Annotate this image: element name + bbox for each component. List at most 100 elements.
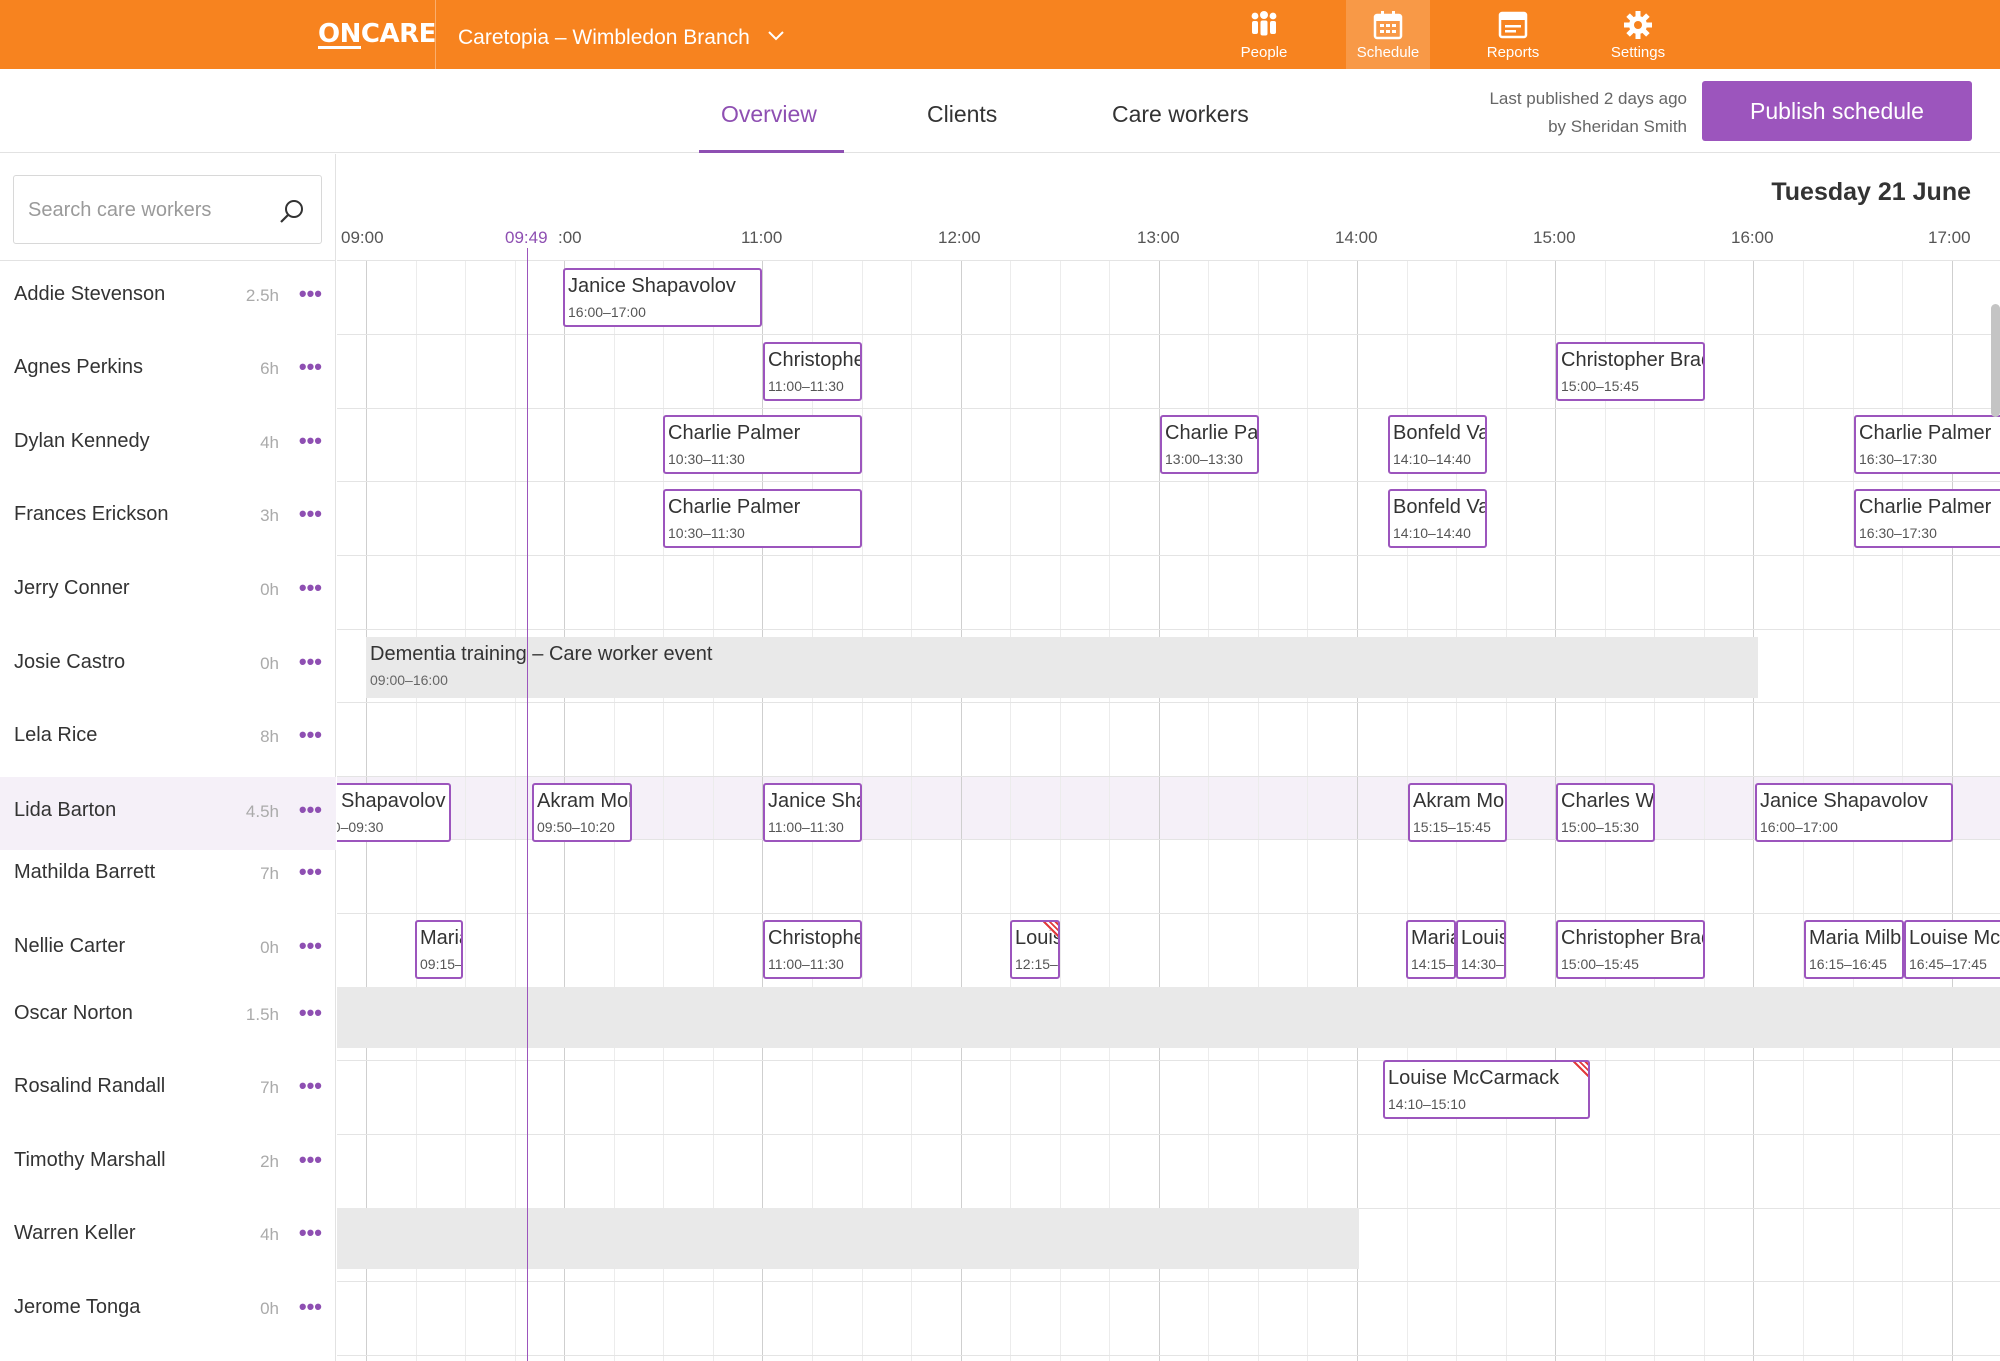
care-worker-row[interactable]: Nellie Carter 0h ••• — [0, 913, 336, 986]
care-worker-row[interactable]: Timothy Marshall 2h ••• — [0, 1127, 336, 1200]
appointment-card[interactable]: Charlie Palmer 10:30–11:30 — [663, 489, 862, 548]
more-options-icon[interactable]: ••• — [299, 859, 322, 885]
care-worker-row[interactable]: Josie Castro 0h ••• — [0, 629, 336, 702]
more-options-icon[interactable]: ••• — [299, 1000, 322, 1026]
more-options-icon[interactable]: ••• — [299, 575, 322, 601]
event-time: 09:00–16:00 — [370, 672, 448, 688]
care-worker-row[interactable]: Jerry Conner 0h ••• — [0, 555, 336, 628]
more-options-icon[interactable]: ••• — [299, 1220, 322, 1246]
grid-line — [515, 260, 516, 1361]
appointment-card[interactable]: Christopher Brady 15:00–15:45 — [1556, 920, 1705, 979]
appointment-card[interactable]: Louise McCarmack 16:45–17:45 — [1904, 920, 2000, 979]
oncare-logo[interactable]: ONCARE — [318, 19, 436, 49]
appointment-time: 16:00–17:00 — [568, 304, 646, 320]
appointment-card[interactable]: Maria Milburn 16:15–16:45 — [1804, 920, 1904, 979]
search-box[interactable] — [13, 175, 322, 244]
active-tab-indicator — [699, 150, 844, 153]
more-options-icon[interactable]: ••• — [299, 1294, 322, 1320]
grid-line — [337, 334, 2000, 335]
care-worker-row[interactable]: Dylan Kennedy 4h ••• — [0, 408, 336, 481]
appointment-card[interactable]: Maria Milburn 09:15–09:45 — [415, 920, 463, 979]
vertical-scrollbar[interactable] — [1991, 304, 2000, 417]
gear-icon — [1624, 11, 1652, 39]
appointment-card[interactable]: Bonfeld Vaughan 14:10–14:40 — [1388, 489, 1487, 548]
appointment-card[interactable]: Shapavolov 30–09:30 — [337, 783, 451, 842]
more-options-icon[interactable]: ••• — [299, 722, 322, 748]
care-worker-row[interactable]: Rosalind Randall 7h ••• — [0, 1053, 336, 1126]
appointment-card[interactable]: Christopher Brady 11:00–11:30 — [763, 342, 862, 401]
more-options-icon[interactable]: ••• — [299, 281, 322, 307]
tab-care-workers[interactable]: Care workers — [1112, 101, 1249, 128]
care-worker-row[interactable]: Oscar Norton 1.5h ••• — [0, 980, 336, 1053]
publish-schedule-button[interactable]: Publish schedule — [1702, 81, 1972, 141]
worker-name: Oscar Norton — [14, 1002, 133, 1024]
grid-line — [465, 260, 466, 1361]
appointment-card[interactable]: Akram Mohammed 15:15–15:45 — [1408, 783, 1507, 842]
appointment-card[interactable]: Charlie Palmer 10:30–11:30 — [663, 415, 862, 474]
more-options-icon[interactable]: ••• — [299, 797, 322, 823]
appointment-card[interactable]: Louise McCarmack 14:30–15:00 — [1456, 920, 1506, 979]
nav-schedule[interactable]: Schedule — [1346, 0, 1430, 69]
worker-hours: 1.5h — [245, 1005, 279, 1024]
appointment-client: Bonfeld Vaughan — [1393, 496, 1485, 518]
more-options-icon[interactable]: ••• — [299, 354, 322, 380]
appointment-time: 11:00–11:30 — [768, 819, 844, 835]
grid-line — [1357, 260, 1358, 1361]
nav-people-label: People — [1240, 44, 1288, 61]
appointment-card[interactable]: Louise McCarmack 12:15–12:45 — [1010, 920, 1060, 979]
care-worker-row[interactable]: Frances Erickson 3h ••• — [0, 481, 336, 554]
care-worker-event[interactable]: Dementia training – Care worker event 09… — [366, 637, 1758, 698]
appointment-card[interactable]: Maria Milburn 14:15–14:45 — [1406, 920, 1456, 979]
appointment-card[interactable]: Charlie Palmer 16:30–17:30 — [1854, 489, 2000, 548]
grid-line — [337, 481, 2000, 482]
more-options-icon[interactable]: ••• — [299, 649, 322, 675]
more-options-icon[interactable]: ••• — [299, 1073, 322, 1099]
more-options-icon[interactable]: ••• — [299, 428, 322, 454]
nav-reports[interactable]: Reports — [1471, 0, 1555, 69]
appointment-card[interactable]: Janice Shapavolov 16:00–17:00 — [1755, 783, 1953, 842]
appointment-card[interactable]: Charlie Palmer 13:00–13:30 — [1160, 415, 1259, 474]
care-worker-row[interactable]: Mathilda Barrett 7h ••• — [0, 839, 336, 912]
worker-name: Timothy Marshall — [14, 1149, 166, 1171]
care-worker-row[interactable]: Lela Rice 8h ••• — [0, 702, 336, 775]
care-worker-row[interactable]: Agnes Perkins 6h ••• — [0, 334, 336, 407]
tab-clients[interactable]: Clients — [927, 101, 997, 128]
top-navigation-bar: ONCARE Caretopia – Wimbledon Branch Peop… — [0, 0, 2000, 69]
grid-line — [337, 1355, 2000, 1356]
tab-overview[interactable]: Overview — [721, 101, 817, 128]
worker-hours: 3h — [260, 506, 279, 525]
appointment-card[interactable]: Janice Shapavolov 16:00–17:00 — [563, 268, 762, 327]
appointment-time: 30–09:30 — [337, 819, 384, 835]
more-options-icon[interactable]: ••• — [299, 933, 322, 959]
worker-hours: 4.5h — [245, 802, 279, 821]
nav-people[interactable]: People — [1222, 0, 1306, 69]
appointment-card[interactable]: Janice Shapavolov 11:00–11:30 — [763, 783, 862, 842]
care-worker-row[interactable]: Warren Keller 4h ••• — [0, 1200, 336, 1273]
search-input[interactable] — [28, 194, 268, 226]
hour-label: 14:00 — [1335, 228, 1378, 247]
nav-settings[interactable]: Settings — [1596, 0, 1680, 69]
appointment-card[interactable]: Christopher Brady 15:00–15:45 — [1556, 342, 1705, 401]
appointment-card[interactable]: Charles Wade 15:00–15:30 — [1556, 783, 1655, 842]
appointment-client: Bonfeld Vaughan — [1393, 422, 1485, 444]
more-options-icon[interactable]: ••• — [299, 501, 322, 527]
last-published-text: Last published 2 days ago — [1489, 89, 1687, 108]
appointment-card[interactable]: Charlie Palmer 16:30–17:30 — [1854, 415, 2000, 474]
care-worker-row[interactable]: Addie Stevenson 2.5h ••• — [0, 261, 336, 334]
last-published-info: Last published 2 days ago by Sheridan Sm… — [1489, 85, 1687, 141]
appointment-time: 16:30–17:30 — [1859, 451, 1937, 467]
worker-name: Lida Barton — [14, 799, 117, 821]
worker-hours: 2h — [260, 1152, 279, 1171]
appointment-client: Janice Shapavolov — [568, 275, 736, 297]
search-icon[interactable] — [279, 198, 305, 224]
worker-name: Dylan Kennedy — [14, 430, 150, 452]
appointment-card[interactable]: Akram Mohammed 09:50–10:20 — [532, 783, 632, 842]
more-options-icon[interactable]: ••• — [299, 1147, 322, 1173]
appointment-card[interactable]: Bonfeld Vaughan 14:10–14:40 — [1388, 415, 1487, 474]
appointment-card[interactable]: Christopher Brady 11:00–11:30 — [763, 920, 862, 979]
branch-selector[interactable]: Caretopia – Wimbledon Branch — [458, 18, 784, 52]
schedule-date: Tuesday 21 June — [1771, 178, 1971, 206]
care-worker-row[interactable]: Jerome Tonga 0h ••• — [0, 1274, 336, 1347]
people-icon — [1251, 11, 1277, 36]
appointment-card[interactable]: Louise McCarmack 14:10–15:10 — [1383, 1060, 1590, 1119]
